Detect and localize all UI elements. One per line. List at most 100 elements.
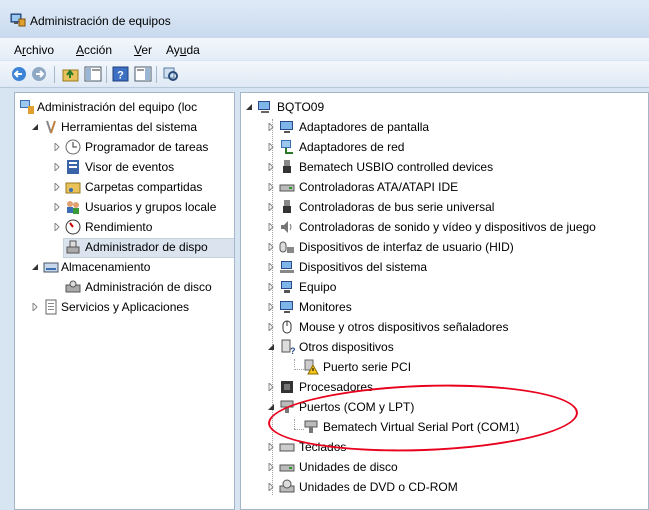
tree-item-system-tools[interactable]: Herramientas del sistema bbox=[15, 117, 234, 137]
usb-controller-icon bbox=[283, 200, 291, 213]
tree-item-other-devices[interactable]: ? Otros dispositivos bbox=[241, 337, 648, 357]
menu-archivo[interactable]: Archivo bbox=[14, 43, 54, 57]
tree-item-network-adapters[interactable]: Adaptadores de red bbox=[241, 137, 648, 157]
collapsed-arrow-icon[interactable] bbox=[53, 203, 61, 211]
toolbar-separator bbox=[156, 66, 157, 83]
menu-ver[interactable]: Ver bbox=[134, 43, 152, 57]
processor-icon bbox=[281, 381, 293, 393]
tree-item-pci-serial-port[interactable]: Puerto serie PCI bbox=[241, 357, 648, 377]
collapsed-arrow-icon[interactable] bbox=[267, 483, 275, 491]
computer-management-window: Administración de equipos Archivo Acción… bbox=[0, 0, 649, 510]
tree-item-disk-drives[interactable]: Unidades de disco bbox=[241, 457, 648, 477]
collapsed-arrow-icon[interactable] bbox=[267, 203, 275, 211]
system-devices-icon bbox=[280, 261, 294, 273]
computer-management-icon bbox=[20, 100, 34, 114]
hid-icon bbox=[279, 241, 294, 253]
tree-item-storage[interactable]: Almacenamiento bbox=[15, 257, 234, 277]
device-manager-icon bbox=[66, 240, 80, 254]
tree-item-local-users-groups[interactable]: Usuarios y grupos locale bbox=[15, 197, 234, 217]
services-icon bbox=[45, 299, 57, 315]
collapsed-arrow-icon[interactable] bbox=[267, 243, 275, 251]
event-viewer-icon bbox=[67, 160, 79, 174]
tree-item-sound-video[interactable]: Controladoras de sonido y vídeo y dispos… bbox=[241, 217, 648, 237]
ide-controller-icon bbox=[279, 184, 295, 192]
collapsed-arrow-icon[interactable] bbox=[267, 463, 275, 471]
tree-item-shared-folders[interactable]: Carpetas compartidas bbox=[15, 177, 234, 197]
back-icon[interactable] bbox=[10, 66, 28, 82]
users-icon bbox=[67, 201, 79, 214]
tree-item-mouse[interactable]: Mouse y otros dispositivos señaladores bbox=[241, 317, 648, 337]
mouse-icon bbox=[282, 320, 292, 334]
help-icon[interactable]: ? bbox=[112, 66, 130, 82]
sound-icon bbox=[281, 221, 292, 233]
tree-item-display-adapters[interactable]: Adaptadores de pantalla bbox=[241, 117, 648, 137]
tree-item-performance[interactable]: Rendimiento bbox=[15, 217, 234, 237]
tree-item-dvd-drives[interactable]: Unidades de DVD o CD-ROM bbox=[241, 477, 648, 497]
disk-drive-icon bbox=[279, 464, 295, 472]
tree-item-task-scheduler[interactable]: Programador de tareas bbox=[15, 137, 234, 157]
system-tools-icon bbox=[46, 120, 56, 134]
disk-management-icon bbox=[65, 280, 81, 293]
collapsed-arrow-icon[interactable] bbox=[267, 303, 275, 311]
warning-device-icon bbox=[304, 359, 319, 375]
collapsed-arrow-icon[interactable] bbox=[267, 123, 275, 131]
computer-icon bbox=[281, 281, 292, 293]
collapsed-arrow-icon[interactable] bbox=[267, 263, 275, 271]
monitor-icon bbox=[280, 301, 293, 313]
tree-item-computer-management[interactable]: Administración del equipo (loc bbox=[15, 97, 234, 117]
tree-item-monitors[interactable]: Monitores bbox=[241, 297, 648, 317]
window-title: Administración de equipos bbox=[30, 14, 171, 28]
properties-icon[interactable] bbox=[162, 66, 180, 82]
collapsed-arrow-icon[interactable] bbox=[267, 163, 275, 171]
collapsed-arrow-icon[interactable] bbox=[53, 223, 61, 231]
display-adapter-icon bbox=[280, 121, 293, 133]
tree-item-system-devices[interactable]: Dispositivos del sistema bbox=[241, 257, 648, 277]
shared-folder-icon bbox=[65, 182, 81, 194]
tree-item-event-viewer[interactable]: Visor de eventos bbox=[15, 157, 234, 177]
svg-text:?: ? bbox=[117, 70, 124, 82]
collapsed-arrow-icon[interactable] bbox=[267, 283, 275, 291]
menu-bar: Archivo Acción Ver Ayuda bbox=[0, 38, 649, 60]
usb-device-icon bbox=[283, 160, 291, 173]
collapsed-arrow-icon[interactable] bbox=[53, 143, 61, 151]
toolbar-separator bbox=[106, 66, 107, 83]
collapsed-arrow-icon[interactable] bbox=[267, 143, 275, 151]
collapsed-arrow-icon[interactable] bbox=[53, 183, 61, 191]
tree-item-usb-controllers[interactable]: Controladoras de bus serie universal bbox=[241, 197, 648, 217]
show-hide-action-pane-icon[interactable] bbox=[134, 66, 152, 82]
navigation-tree-pane: Administración del equipo (loc Herramien… bbox=[14, 92, 235, 510]
tree-item-device-manager[interactable]: Administrador de dispo bbox=[15, 237, 234, 257]
collapsed-arrow-icon[interactable] bbox=[53, 163, 61, 171]
collapsed-arrow-icon[interactable] bbox=[267, 183, 275, 191]
tree-item-root[interactable]: BQTO09 bbox=[241, 97, 648, 117]
tree-item-bematech-usbio[interactable]: Bematech USBIO controlled devices bbox=[241, 157, 648, 177]
storage-icon bbox=[43, 262, 59, 273]
collapsed-arrow-icon[interactable] bbox=[267, 223, 275, 231]
svg-text:?: ? bbox=[290, 346, 295, 355]
toolbar: ? bbox=[0, 61, 649, 88]
keyboard-icon bbox=[279, 443, 295, 452]
forward-icon[interactable] bbox=[30, 66, 48, 82]
other-devices-icon: ? bbox=[281, 339, 295, 355]
expanded-arrow-icon[interactable] bbox=[267, 343, 275, 351]
dvd-icon bbox=[279, 479, 295, 493]
collapsed-arrow-icon[interactable] bbox=[267, 443, 275, 451]
tree-item-services-applications[interactable]: Servicios y Aplicaciones bbox=[15, 297, 234, 317]
tree-item-ide-controllers[interactable]: Controladoras ATA/ATAPI IDE bbox=[241, 177, 648, 197]
menu-accion[interactable]: Acción bbox=[76, 43, 112, 57]
expanded-arrow-icon[interactable] bbox=[245, 103, 253, 111]
expanded-arrow-icon[interactable] bbox=[31, 263, 39, 271]
show-hide-tree-icon[interactable] bbox=[84, 66, 102, 82]
computer-management-icon bbox=[10, 13, 26, 27]
tree-item-computer[interactable]: Equipo bbox=[241, 277, 648, 297]
tree-item-hid[interactable]: Dispositivos de interfaz de usuario (HID… bbox=[241, 237, 648, 257]
up-folder-icon[interactable] bbox=[62, 66, 80, 82]
collapsed-arrow-icon[interactable] bbox=[267, 323, 275, 331]
network-adapter-icon bbox=[281, 140, 293, 154]
expanded-arrow-icon[interactable] bbox=[267, 403, 275, 411]
tree-item-disk-management[interactable]: Administración de disco bbox=[15, 277, 234, 297]
collapsed-arrow-icon[interactable] bbox=[267, 383, 275, 391]
expanded-arrow-icon[interactable] bbox=[31, 123, 39, 131]
collapsed-arrow-icon[interactable] bbox=[31, 303, 39, 311]
menu-ayuda[interactable]: Ayuda bbox=[166, 43, 200, 57]
